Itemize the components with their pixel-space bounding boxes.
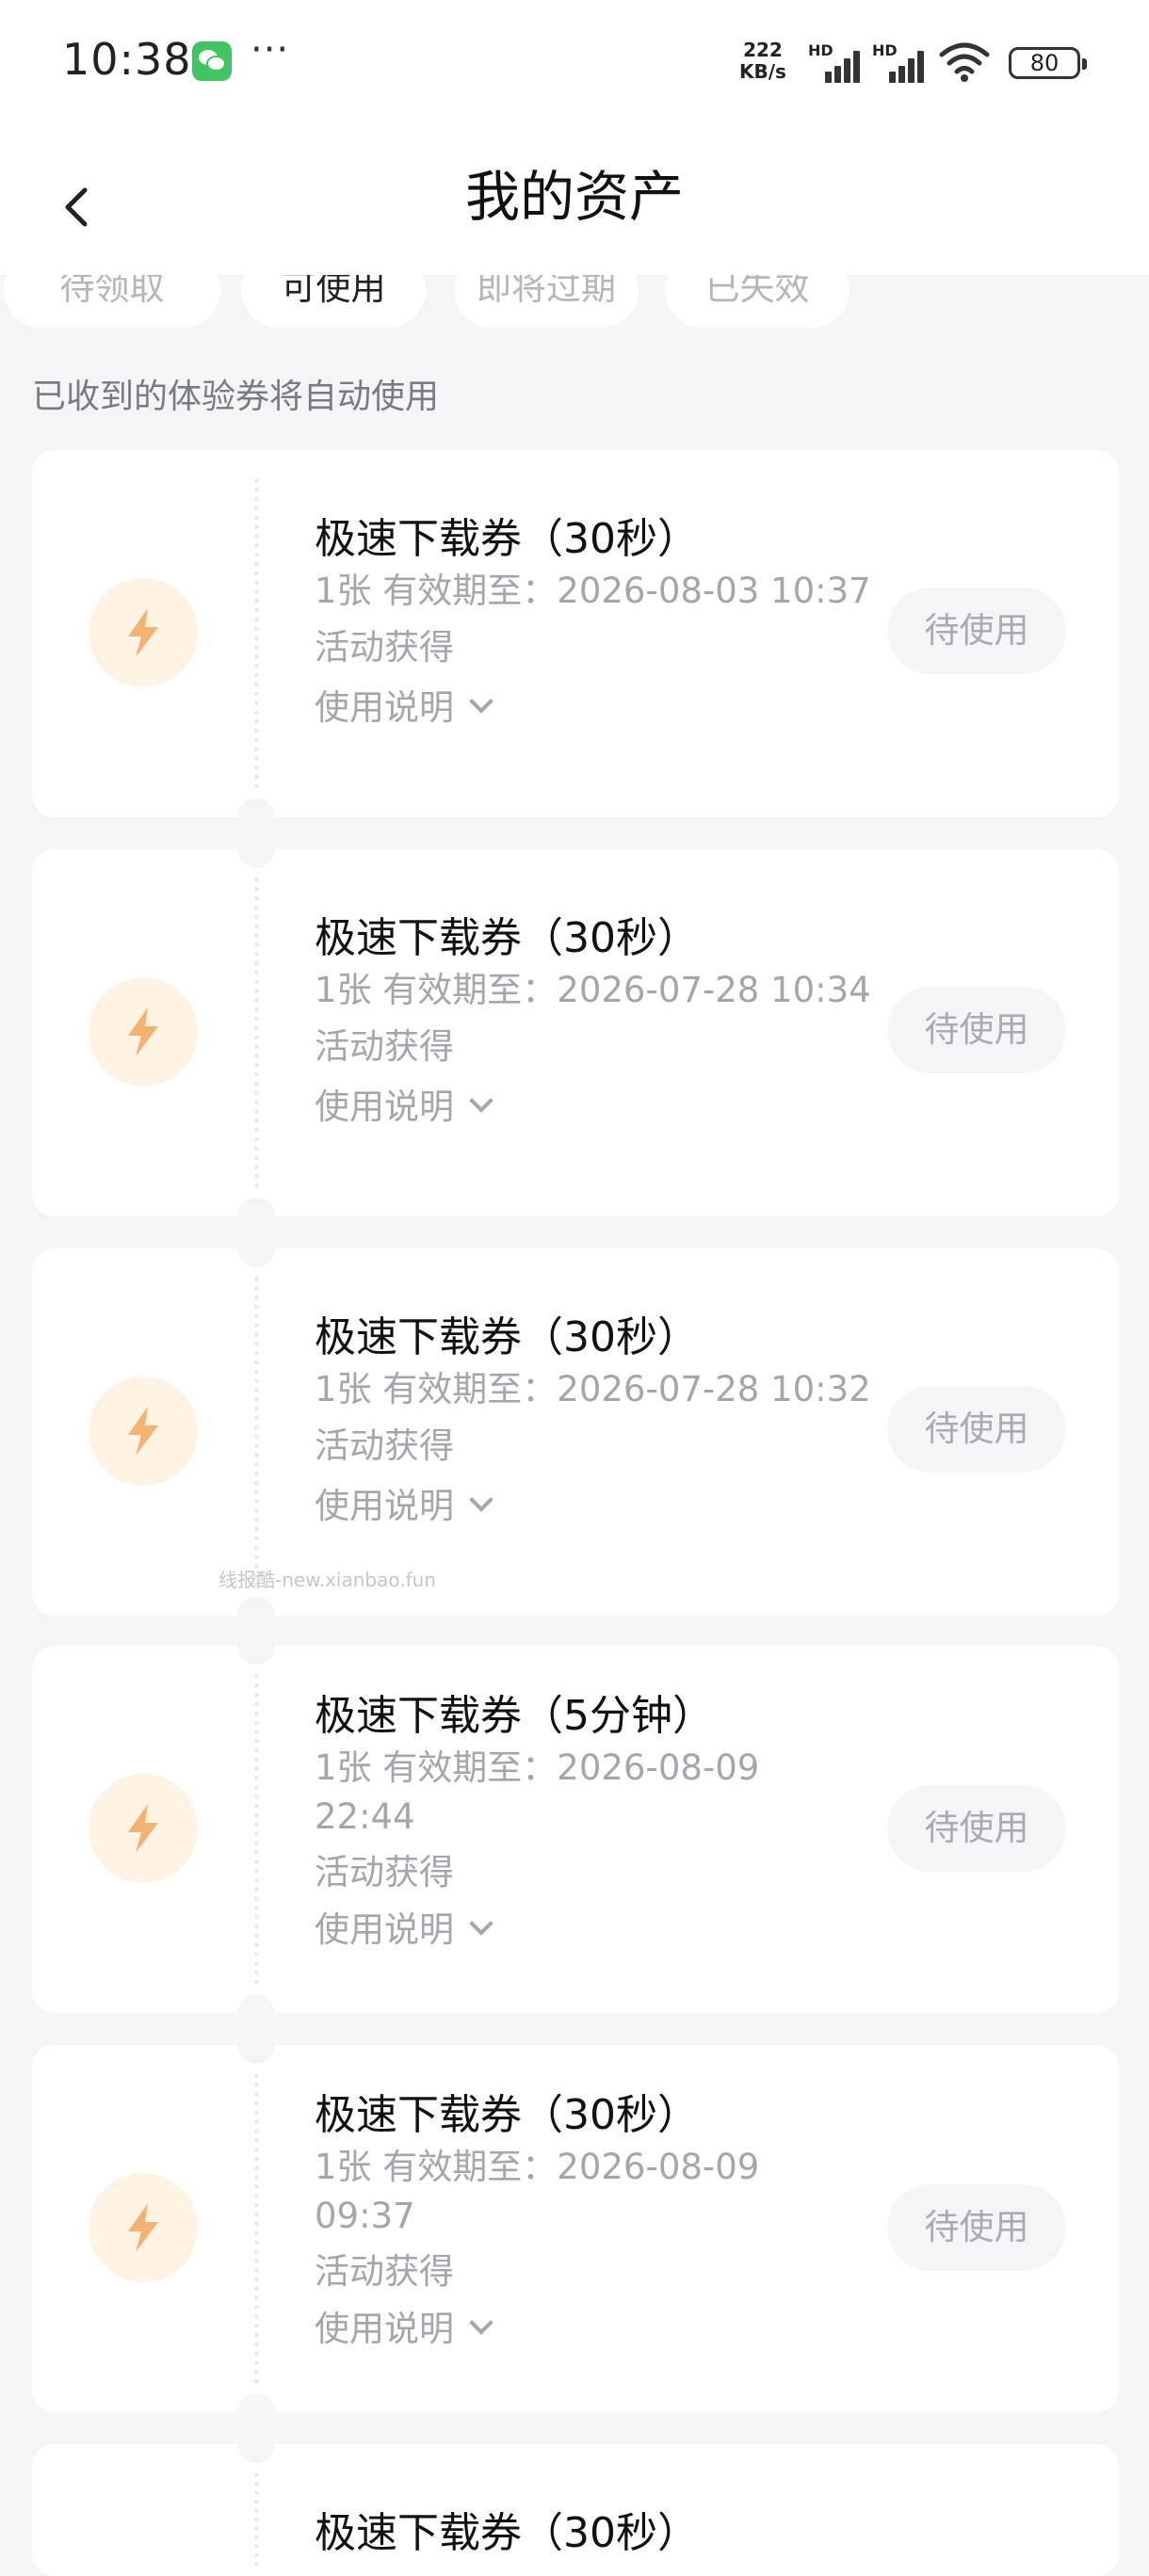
- coupon-card: 极速下载券（30秒） 1张 有效期至：2026-07-28 10:32 活动获得…: [32, 1230, 1119, 1634]
- coupon-card: 极速下载券（30秒） 1张 有效期至：2026-07-28 10:34 活动获得…: [32, 830, 1119, 1235]
- coupon-validity: 1张 有效期至：2026-08-09 09:37: [315, 2147, 760, 2236]
- usage-instructions-toggle[interactable]: 使用说明: [315, 2303, 804, 2356]
- coupon-icon-badge: [89, 1774, 198, 1883]
- more-notifications-icon: ···: [251, 28, 290, 72]
- sim2-hd-label: HD: [872, 41, 898, 59]
- nav-bar: 我的资产: [0, 132, 1149, 275]
- coupon-source: 活动获得: [315, 1425, 454, 1466]
- coupon-card: 极速下载券（30秒） 1张 有效期至：2026-08-03 10:37 活动获得…: [32, 450, 1119, 836]
- pending-use-button[interactable]: 待使用: [887, 588, 1066, 674]
- usage-instructions-toggle[interactable]: 使用说明: [315, 1478, 927, 1535]
- watermark: 线报酷-new.xianbao.fun: [218, 1569, 436, 1591]
- chevron-down-icon: [469, 1488, 494, 1512]
- lightning-bolt-icon: [128, 1804, 158, 1853]
- coupon-card: 极速下载券（30秒） 1张 有效期至：2026-08-09 09:37 活动获得…: [32, 2026, 1119, 2431]
- network-speed-value: 222: [743, 39, 783, 61]
- coupon-validity: 1张 有效期至：2026-08-09 22:44: [315, 1747, 760, 1837]
- coupon-source: 活动获得: [315, 1852, 454, 1892]
- pending-use-button[interactable]: 待使用: [887, 2184, 1066, 2271]
- auto-use-hint: 已收到的体验券将自动使用: [32, 378, 440, 416]
- coupon-title: 极速下载券（30秒）: [315, 2091, 699, 2139]
- wifi-icon: [939, 42, 990, 82]
- network-speed-unit: KB/s: [739, 60, 786, 83]
- sim2-signal-icon: HD: [872, 41, 931, 83]
- chevron-down-icon: [469, 1088, 494, 1113]
- coupon-title: 极速下载券（5分钟）: [315, 1692, 714, 1740]
- battery-level: 80: [1029, 50, 1060, 76]
- coupon-validity: 1张 有效期至：2026-07-28 10:32: [315, 1369, 871, 1409]
- coupon-title: 极速下载券（30秒）: [315, 2509, 699, 2557]
- battery-icon: 80: [1009, 47, 1087, 79]
- usage-instructions-label: 使用说明: [315, 1087, 454, 1127]
- tab-usable[interactable]: 可使用: [241, 275, 426, 328]
- pending-use-button[interactable]: 待使用: [887, 987, 1066, 1073]
- status-tabs: 待领取 可使用 即将过期 已失效: [0, 275, 1149, 341]
- usage-instructions-label: 使用说明: [315, 1909, 454, 1950]
- usage-instructions-toggle[interactable]: 使用说明: [315, 1079, 927, 1135]
- status-bar: 10:38 ··· 222 KB/s HD HD 80: [0, 0, 1149, 132]
- coupon-title: 极速下载券（30秒）: [315, 1313, 699, 1361]
- pending-use-button[interactable]: 待使用: [887, 1386, 1066, 1473]
- coupon-source: 活动获得: [315, 2251, 454, 2292]
- status-time: 10:38: [62, 34, 192, 85]
- usage-instructions-label: 使用说明: [315, 1486, 454, 1526]
- sim1-signal-icon: HD: [808, 41, 866, 83]
- network-speed: 222 KB/s: [739, 40, 786, 83]
- lightning-bolt-icon: [128, 1407, 158, 1456]
- coupon-source: 活动获得: [315, 627, 454, 668]
- coupon-card: 极速下载券（30秒）: [32, 2425, 1119, 2576]
- coupon-icon-badge: [89, 1377, 198, 1486]
- tab-pending-claim[interactable]: 待领取: [4, 275, 220, 328]
- tab-expiring-soon[interactable]: 即将过期: [454, 275, 639, 328]
- usage-instructions-label: 使用说明: [315, 687, 454, 728]
- pending-use-button[interactable]: 待使用: [887, 1785, 1066, 1872]
- coupon-card: 极速下载券（5分钟） 1张 有效期至：2026-08-09 22:44 活动获得…: [32, 1627, 1119, 2032]
- chevron-down-icon: [469, 2310, 494, 2335]
- sim1-hd-label: HD: [808, 41, 833, 59]
- tab-expired[interactable]: 已失效: [665, 275, 850, 328]
- coupon-title: 极速下载券（30秒）: [315, 914, 699, 962]
- coupon-icon-badge: [89, 2173, 198, 2282]
- lightning-bolt-icon: [128, 608, 158, 657]
- coupon-validity: 1张 有效期至：2026-08-03 10:37: [315, 571, 871, 611]
- chevron-down-icon: [469, 689, 494, 714]
- coupon-title: 极速下载券（30秒）: [315, 515, 699, 563]
- usage-instructions-toggle[interactable]: 使用说明: [315, 680, 927, 736]
- coupon-icon-badge: [89, 977, 198, 1087]
- coupon-icon-badge: [89, 578, 198, 687]
- wechat-notification-icon: [192, 41, 232, 81]
- lightning-bolt-icon: [128, 1007, 158, 1056]
- usage-instructions-label: 使用说明: [315, 2309, 454, 2349]
- usage-instructions-toggle[interactable]: 使用说明: [315, 1904, 804, 1956]
- coupon-validity: 1张 有效期至：2026-07-28 10:34: [315, 970, 871, 1010]
- coupon-source: 活动获得: [315, 1026, 454, 1067]
- lightning-bolt-icon: [128, 2203, 158, 2252]
- chevron-down-icon: [469, 1911, 494, 1936]
- page-title: 我的资产: [464, 165, 684, 229]
